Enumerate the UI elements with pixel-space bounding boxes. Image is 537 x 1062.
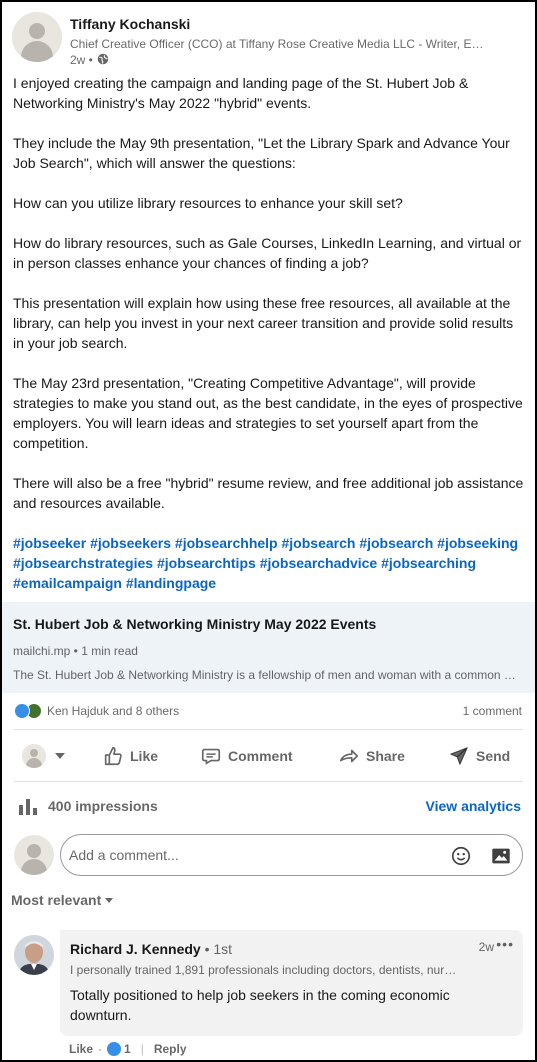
hashtag-link[interactable]: #emailcampaign xyxy=(13,575,122,591)
hashtag-link[interactable]: #jobsearch xyxy=(359,535,433,551)
author-avatar[interactable] xyxy=(12,12,62,62)
share-button[interactable]: Share xyxy=(338,735,405,777)
hashtags: #jobseeker #jobseekers #jobsearchhelp #j… xyxy=(13,533,525,593)
comment-time: 2w xyxy=(478,940,494,954)
hashtag-link[interactable]: #jobseeking xyxy=(437,535,518,551)
hashtag-link[interactable]: #landingpage xyxy=(126,575,216,591)
commenter-headline: I personally trained 1,891 professionals… xyxy=(70,963,458,977)
comment-bubble: Richard J. Kennedy • 1st I personally tr… xyxy=(60,930,523,1036)
post-card: Tiffany Kochanski Chief Creative Officer… xyxy=(0,0,537,1062)
divider xyxy=(14,729,523,730)
post-paragraph: They include the May 9th presentation, "… xyxy=(13,135,510,171)
comment-button[interactable]: Comment xyxy=(200,735,293,777)
view-analytics-link[interactable]: View analytics xyxy=(426,798,521,814)
bar-chart-icon xyxy=(19,799,37,815)
separator-dot: · xyxy=(98,1042,103,1056)
link-meta: mailchi.mp • 1 min read xyxy=(13,644,138,658)
divider xyxy=(14,781,523,782)
like-reaction-icon xyxy=(14,703,30,719)
send-button[interactable]: Send xyxy=(448,735,510,777)
sort-label: Most relevant xyxy=(11,892,102,908)
add-comment-input[interactable]: Add a comment... xyxy=(60,834,523,876)
comment-text: Totally positioned to help job seekers i… xyxy=(70,987,450,1023)
commenter-name-line[interactable]: Richard J. Kennedy • 1st xyxy=(70,941,232,957)
post-paragraph: The May 23rd presentation, "Creating Com… xyxy=(13,375,523,451)
comment-reply-button[interactable]: Reply xyxy=(154,1042,187,1056)
hashtag-link[interactable]: #jobseeker xyxy=(13,535,86,551)
actor-avatar xyxy=(22,744,46,768)
comment-sort-dropdown[interactable]: Most relevant xyxy=(11,892,114,908)
share-arrow-icon xyxy=(339,749,359,763)
reactions-text[interactable]: Ken Hajduk and 8 others xyxy=(47,704,179,718)
hashtag-link[interactable]: #jobsearchhelp xyxy=(175,535,278,551)
commenter-avatar[interactable] xyxy=(14,935,54,975)
reactions-summary[interactable]: Ken Hajduk and 8 others xyxy=(14,702,179,720)
action-bar: Like Comment Share Send xyxy=(2,735,535,777)
post-paragraph: I enjoyed creating the campaign and land… xyxy=(13,75,469,111)
post-paragraph: How do library resources, such as Gale C… xyxy=(13,235,522,271)
reaction-actor-selector[interactable] xyxy=(22,735,65,777)
like-reaction-icon xyxy=(107,1042,122,1056)
author-headline: Chief Creative Officer (CCO) at Tiffany … xyxy=(70,37,484,51)
link-title[interactable]: St. Hubert Job & Networking Ministry May… xyxy=(13,616,376,632)
hashtag-link[interactable]: #jobsearchadvice xyxy=(260,555,378,571)
comment-icon xyxy=(201,748,221,765)
globe-icon xyxy=(97,53,109,65)
post-paragraph: How can you utilize library resources to… xyxy=(13,195,403,211)
comment-like-button[interactable]: Like xyxy=(69,1042,93,1056)
post-paragraph: This presentation will explain how using… xyxy=(13,295,514,351)
thumbs-up-icon xyxy=(104,746,122,766)
like-button[interactable]: Like xyxy=(102,735,158,777)
comment-label: Comment xyxy=(228,748,293,764)
hashtag-link[interactable]: #jobsearchstrategies xyxy=(13,555,153,571)
comment-actions: Like · 1 | Reply xyxy=(69,1041,187,1057)
comment-count[interactable]: 1 comment xyxy=(463,704,522,718)
emoji-icon[interactable] xyxy=(450,845,472,867)
current-user-avatar xyxy=(14,835,54,875)
link-preview-card[interactable]: St. Hubert Job & Networking Ministry May… xyxy=(2,602,535,693)
post-time: 2w • xyxy=(70,53,93,67)
separator: | xyxy=(140,1042,144,1056)
chevron-down-icon xyxy=(55,753,65,759)
connection-degree: • 1st xyxy=(204,941,233,957)
impressions: 400 impressions xyxy=(18,796,158,816)
like-label: Like xyxy=(130,748,159,764)
send-paper-plane-icon xyxy=(450,747,468,765)
author-name[interactable]: Tiffany Kochanski xyxy=(70,16,190,32)
commenter-name[interactable]: Richard J. Kennedy xyxy=(70,941,201,957)
caret-down-icon xyxy=(105,897,114,903)
post-text: I enjoyed creating the campaign and land… xyxy=(13,73,525,613)
hashtag-link[interactable]: #jobseekers xyxy=(90,535,171,551)
post-header: Tiffany Kochanski Chief Creative Officer… xyxy=(12,12,525,68)
impressions-count: 400 impressions xyxy=(48,798,158,814)
comment-placeholder: Add a comment... xyxy=(69,847,179,863)
image-icon[interactable] xyxy=(490,845,512,867)
comment-like-count[interactable]: 1 xyxy=(124,1042,131,1056)
commenter-photo xyxy=(14,935,54,975)
hashtag-link[interactable]: #jobsearch xyxy=(282,535,356,551)
share-label: Share xyxy=(366,748,405,764)
send-label: Send xyxy=(476,748,511,764)
hashtag-link[interactable]: #jobsearching xyxy=(381,555,476,571)
post-paragraph: There will also be a free "hybrid" resum… xyxy=(13,475,524,511)
link-description: The St. Hubert Job & Networking Ministry… xyxy=(13,668,519,682)
more-options-icon[interactable]: ••• xyxy=(496,936,514,952)
hashtag-link[interactable]: #jobsearchtips xyxy=(157,555,256,571)
